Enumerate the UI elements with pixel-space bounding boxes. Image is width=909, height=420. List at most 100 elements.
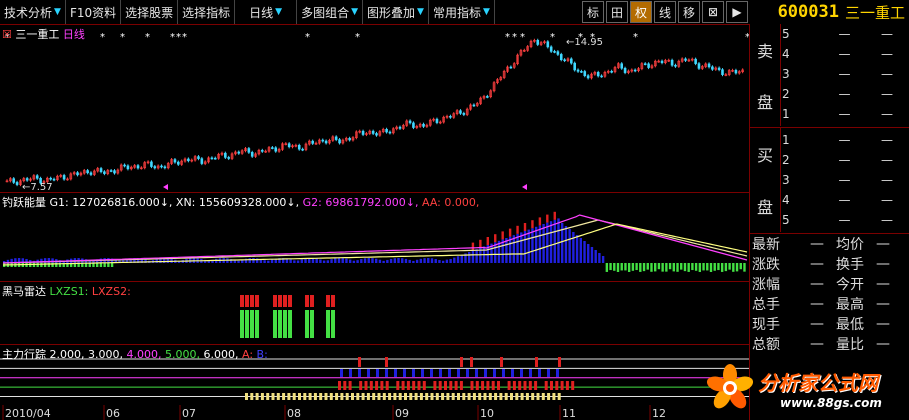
- toolbar-rights-button[interactable]: 权: [630, 1, 652, 23]
- energy-bar: [527, 229, 530, 263]
- force-bar-blue: [367, 369, 370, 377]
- candle-body: [449, 115, 452, 118]
- horse-lxzs1: LXZS1:: [49, 285, 89, 298]
- candle-body: [324, 140, 328, 144]
- toolbar-f10-button[interactable]: F10资料: [66, 0, 122, 24]
- marker-triangle: [163, 184, 168, 190]
- candle-body: [177, 161, 180, 165]
- energy-bar: [438, 260, 441, 263]
- chevron-down-icon: ▼: [482, 7, 490, 17]
- toolbar-common-indicator-button[interactable]: 常用指标 ▼: [429, 0, 495, 24]
- energy-panel[interactable]: 钓跃能量 G1: 127026816.000↓, XN: 155609328.0…: [0, 193, 749, 282]
- energy-bar: [248, 258, 251, 263]
- candle-body: [580, 71, 583, 73]
- main-chart-svg[interactable]: *****************←14.95←7.57: [0, 25, 749, 192]
- candle-body: [224, 152, 227, 158]
- toolbar-line-button[interactable]: 线: [654, 1, 676, 23]
- energy-bar-green: [36, 263, 39, 267]
- force-bar-cream: [335, 393, 339, 400]
- force-bar-blue: [538, 369, 541, 377]
- energy-bar: [330, 259, 333, 263]
- stat-row: 现手 — 最低 —: [752, 316, 890, 333]
- energy-bar: [341, 258, 344, 263]
- force-bar-red: [454, 381, 458, 390]
- candle-body: [76, 172, 79, 176]
- sell-order-book: 卖 盘 5— — 4— — 3— — 2— — 1— —: [750, 24, 909, 126]
- force-bar-red: [380, 381, 384, 390]
- candle-body: [113, 170, 116, 174]
- candle-body: [375, 133, 378, 136]
- force-bar-top: [385, 357, 388, 367]
- toolbar-period-button[interactable]: 日线 ▼: [235, 0, 298, 24]
- radar-bar-green: [255, 310, 259, 338]
- radar-bar-red: [326, 295, 330, 307]
- radar-bar-green: [326, 310, 330, 338]
- force-bar-cream: [250, 393, 254, 400]
- x-axis-label: 2010/04: [5, 407, 51, 420]
- energy-bar: [572, 232, 575, 263]
- sell-label-2: 盘: [756, 92, 773, 112]
- toolbar-tech-analysis-button[interactable]: 技术分析 ▼: [0, 0, 66, 24]
- force-bar-red: [507, 381, 511, 390]
- force-bar-red: [396, 381, 400, 390]
- energy-bar: [348, 259, 352, 263]
- energy-bar-green: [613, 263, 616, 271]
- horse-radar-panel[interactable]: 黑马雷达 LXZS1: LXZS2:: [0, 282, 749, 345]
- candle-body: [570, 58, 573, 64]
- sell-label-1: 卖: [756, 41, 773, 61]
- candle-body: [643, 63, 647, 65]
- energy-bar-green: [724, 263, 728, 272]
- energy-bar-green: [639, 263, 642, 272]
- candle-body: [150, 161, 153, 167]
- play-icon[interactable]: ▶: [726, 1, 748, 23]
- energy-bar: [237, 260, 240, 263]
- chevron-down-icon: ▼: [351, 7, 359, 17]
- energy-bar: [520, 232, 523, 263]
- toolbar-select-stock-button[interactable]: 选择股票: [121, 0, 179, 24]
- force-bar-cream: [435, 393, 439, 400]
- toolbar-overlay-button[interactable]: 图形叠加 ▼: [363, 0, 429, 24]
- grid-icon[interactable]: 田: [606, 1, 628, 23]
- buy-row-3: 3— —: [782, 173, 893, 187]
- force-bar-cream: [308, 393, 312, 400]
- force-bar-cream: [351, 393, 354, 400]
- energy-bar-red: [494, 234, 497, 243]
- toolbar-mark-button[interactable]: 标: [582, 1, 604, 23]
- force-bar-cream: [446, 393, 450, 400]
- toolbar-multi-chart-button[interactable]: 多图组合 ▼: [297, 0, 364, 24]
- candle-body: [600, 75, 603, 78]
- force-b: B:: [256, 348, 268, 361]
- force-bar-blue: [547, 369, 550, 377]
- panel-close-icon[interactable]: ☒: [2, 28, 12, 41]
- energy-bar: [404, 258, 408, 263]
- radar-bar-red: [310, 295, 314, 307]
- energy-bar: [289, 259, 292, 263]
- force-bar-blue: [475, 369, 478, 377]
- buy-label-1: 买: [756, 146, 773, 165]
- close-icon[interactable]: ⊠: [702, 1, 724, 23]
- force-bar-blue: [403, 369, 406, 377]
- energy-bar-green: [103, 263, 106, 267]
- force-bar-cream: [340, 393, 344, 400]
- energy-bar: [590, 247, 594, 263]
- stat-row: 涨幅 — 今开 —: [752, 276, 890, 293]
- candle-body: [109, 170, 113, 172]
- stat-row: 涨跌 — 换手 —: [752, 256, 890, 273]
- main-force-panel[interactable]: 主力行踪 2.000, 3.000, 4.000, 5.000, 6.000, …: [0, 345, 749, 405]
- energy-bar: [575, 235, 579, 263]
- force-bar-red: [518, 381, 522, 390]
- toolbar-select-indicator-button[interactable]: 选择指标: [178, 0, 236, 24]
- force-bar-cream: [520, 393, 524, 400]
- marker-triangle: [522, 184, 527, 190]
- main-chart-panel[interactable]: *****************←14.95←7.57 ☒ 三一重工 日线: [0, 25, 749, 193]
- toolbar-move-button[interactable]: 移: [678, 1, 700, 23]
- force-bar-blue: [439, 369, 442, 377]
- force-bar-red: [491, 381, 495, 390]
- energy-bar-red: [531, 220, 534, 229]
- candle-body: [371, 130, 375, 134]
- sell-row-4: 4— —: [782, 47, 893, 61]
- force-bar-blue: [358, 369, 361, 377]
- candle-body: [549, 46, 553, 52]
- force-v2: 3.000,: [88, 348, 123, 361]
- force-bar-cream: [255, 393, 259, 400]
